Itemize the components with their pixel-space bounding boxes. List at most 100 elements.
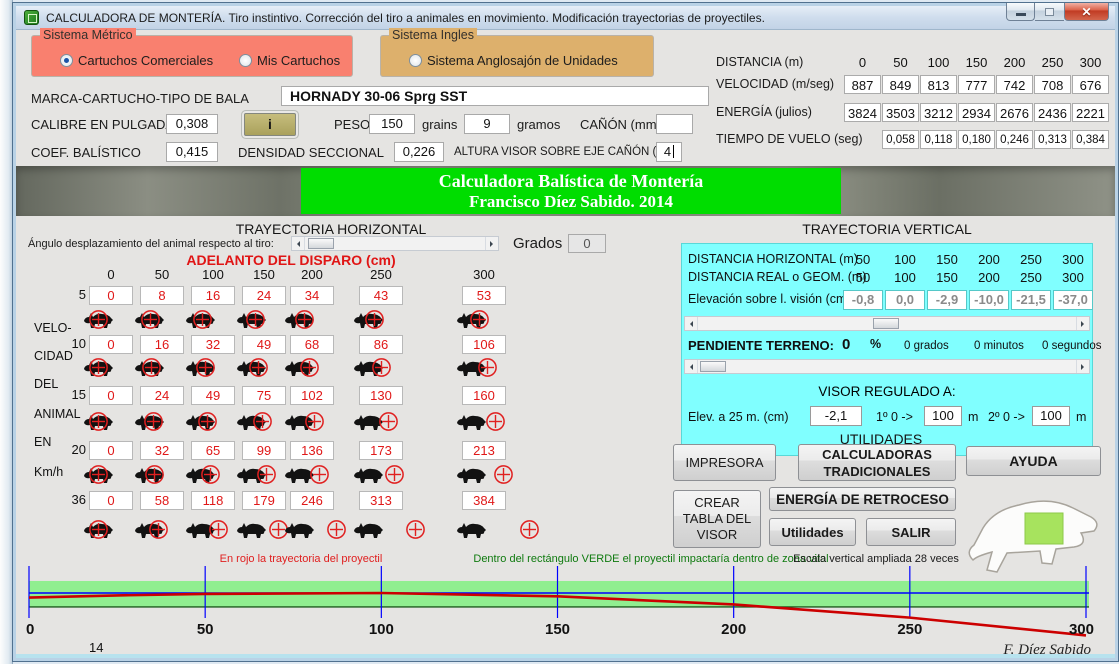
- calculadoras-button[interactable]: CALCULADORAS TRADICIONALES: [798, 444, 956, 481]
- flight-time-value: 0,058: [882, 130, 919, 149]
- boar-icon: [456, 521, 487, 540]
- scroll-left-icon[interactable]: [685, 360, 698, 373]
- zero2-unit: m: [1076, 410, 1086, 424]
- barrel-input[interactable]: [656, 114, 693, 134]
- slope-label: PENDIENTE TERRENO:: [688, 338, 834, 353]
- adelanto-value: 86: [359, 335, 403, 354]
- angle-scrollbar-thumb[interactable]: [308, 238, 334, 249]
- crosshair-icon: [294, 309, 315, 330]
- title-bar[interactable]: CALCULADORA DE MONTERÍA. Tiro instintivo…: [16, 6, 1115, 30]
- info-button[interactable]: i: [244, 113, 296, 136]
- slope-scrollbar-thumb[interactable]: [700, 361, 726, 372]
- animal-speed-label: 36: [56, 492, 86, 507]
- boar-silhouette: [457, 468, 486, 483]
- density-input[interactable]: 0,226: [394, 142, 444, 162]
- velocity-value: 849: [882, 75, 919, 94]
- scroll-right-icon[interactable]: [1076, 317, 1089, 330]
- brand-input[interactable]: HORNADY 30-06 Sprg SST: [281, 86, 709, 106]
- radio-unselected-icon[interactable]: [239, 54, 252, 67]
- signature: F. Díez Sabido: [1002, 642, 1091, 658]
- crosshair-icon: [195, 357, 216, 378]
- ayuda-button[interactable]: AYUDA: [966, 446, 1101, 476]
- adelanto-value: 384: [462, 491, 506, 510]
- boar-icon: [236, 521, 267, 540]
- maximize-button[interactable]: [1035, 3, 1064, 21]
- coef-input[interactable]: 0,415: [166, 142, 218, 162]
- animal-lead-icon: [353, 356, 445, 382]
- english-group-title: Sistema Ingles: [389, 28, 477, 42]
- minimize-button[interactable]: [1006, 3, 1035, 21]
- elevation-scrollbar-thumb[interactable]: [873, 318, 899, 329]
- boar-icon: [456, 466, 487, 485]
- weight-grams-input[interactable]: 9: [464, 114, 510, 134]
- chart-x-tick-label: 50: [197, 621, 214, 638]
- animal-speed-side-label: Km/h: [34, 465, 63, 479]
- adelanto-value: 136: [290, 441, 334, 460]
- radio-selected-icon[interactable]: [60, 54, 73, 67]
- radio-mis-cartuchos[interactable]: Mis Cartuchos: [239, 53, 340, 68]
- adelanto-value: 0: [89, 491, 133, 510]
- adelanto-value: 118: [191, 491, 235, 510]
- adelanto-value: 32: [191, 335, 235, 354]
- energia-retroceso-button[interactable]: ENERGÍA DE RETROCESO: [769, 487, 956, 511]
- sight-height-input[interactable]: 4: [656, 142, 682, 162]
- weight-grains-input[interactable]: 150: [369, 114, 415, 134]
- slope-seconds: 0 segundos: [1042, 340, 1101, 352]
- vertical-elevation-value: -10,0: [969, 290, 1009, 310]
- radio-sistema-anglosajon[interactable]: Sistema Anglosajón de Unidades: [409, 53, 618, 68]
- velocity-value: 708: [1034, 75, 1071, 94]
- scroll-right-icon[interactable]: [1076, 360, 1089, 373]
- chart-x-tick-label: 250: [897, 621, 922, 638]
- elevation-label: Elevación sobre l. visión (cm): [688, 292, 851, 306]
- visor-title: VISOR REGULADO A:: [682, 384, 1092, 399]
- scroll-left-icon[interactable]: [292, 237, 305, 250]
- window-title: CALCULADORA DE MONTERÍA. Tiro instintivo…: [46, 11, 765, 25]
- impresora-button[interactable]: IMPRESORA: [673, 444, 776, 481]
- banner-line2: Francisco Díez Sabido. 2014: [301, 192, 841, 212]
- slope-scrollbar[interactable]: [684, 359, 1090, 374]
- crosshair-icon: [384, 464, 405, 485]
- metric-system-group: Sistema Métrico Cartuchos Comerciales Mi…: [31, 35, 353, 77]
- barrel-label: CAÑÓN (mm): [580, 117, 661, 132]
- close-button[interactable]: ✕: [1064, 3, 1109, 21]
- crosshair-icon: [248, 357, 269, 378]
- scroll-left-icon[interactable]: [685, 317, 698, 330]
- flight-time-value: 0,180: [958, 130, 995, 149]
- radio-cartuchos-comerciales[interactable]: Cartuchos Comerciales: [60, 53, 213, 68]
- slope-percent: %: [870, 337, 881, 351]
- utilidades-button[interactable]: Utilidades: [769, 518, 856, 546]
- density-label: DENSIDAD SECCIONAL: [238, 145, 384, 160]
- crosshair-icon: [140, 309, 161, 330]
- radio-unselected-icon[interactable]: [409, 54, 422, 67]
- elevation-scrollbar[interactable]: [684, 316, 1090, 331]
- slope-value: 0: [842, 336, 850, 353]
- boar-silhouette: [237, 523, 266, 538]
- caliber-input[interactable]: 0,308: [166, 114, 218, 134]
- chart-x-tick-label: 0: [26, 621, 34, 638]
- zero2-input[interactable]: 100: [1032, 406, 1070, 426]
- angle-scrollbar[interactable]: [291, 236, 499, 251]
- crear-tabla-button[interactable]: CREAR TABLA DEL VISOR: [673, 490, 761, 548]
- boar-silhouette: [285, 523, 314, 538]
- animal-lead-icon: [353, 308, 445, 334]
- scroll-right-icon[interactable]: [485, 237, 498, 250]
- vertical-distance-real: 50: [842, 270, 884, 285]
- degrees-value-box[interactable]: 0: [568, 234, 606, 253]
- boar-icon: [353, 466, 384, 485]
- adelanto-value: 24: [242, 286, 286, 305]
- adelanto-value: 24: [140, 386, 184, 405]
- crosshair-icon: [208, 519, 229, 540]
- radio-label: Mis Cartuchos: [257, 53, 340, 68]
- chart-x-tick-label: 150: [545, 621, 570, 638]
- crosshair-icon: [88, 309, 109, 330]
- zero1-input[interactable]: 100: [924, 406, 962, 426]
- ballistics-table: DISTANCIA (m) 050100150200250300 VELOCID…: [716, 53, 1111, 163]
- adelanto-value: 34: [290, 286, 334, 305]
- animal-speed-side-label: DEL: [34, 377, 58, 391]
- crosshair-icon: [200, 464, 221, 485]
- angle-label: Ángulo desplazamiento del animal respect…: [28, 238, 274, 250]
- animal-speed-label: 20: [56, 442, 86, 457]
- energy-value: 3212: [920, 103, 957, 122]
- salir-button[interactable]: SALIR: [866, 518, 956, 546]
- grams-label: gramos: [517, 117, 560, 132]
